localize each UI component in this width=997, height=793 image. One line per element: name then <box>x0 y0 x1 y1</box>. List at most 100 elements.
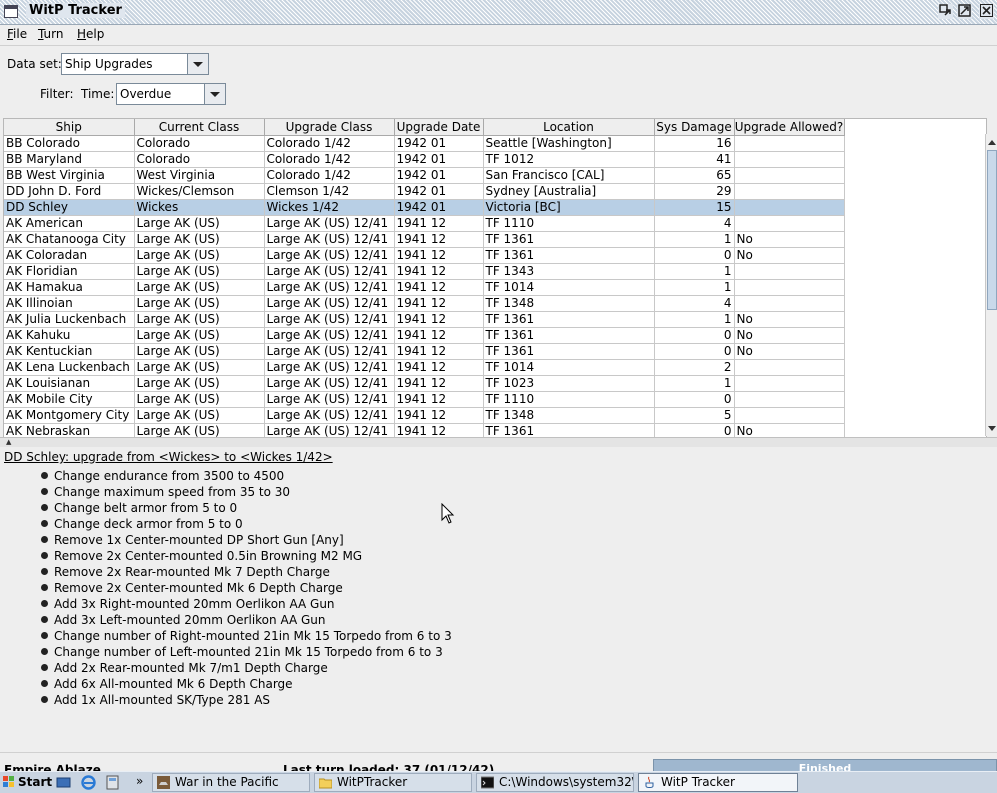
table-cell <box>734 391 845 408</box>
table-cell: 1941 12 <box>394 391 484 408</box>
table-cell <box>734 407 845 424</box>
table-row[interactable]: AK Julia Luckenbach Large AK (US) Large AK… <box>4 311 845 328</box>
table-cell: AK Kahuku <box>4 327 135 344</box>
table-cell: DD Schley <box>4 199 135 216</box>
table-cell: 0 <box>654 391 735 408</box>
table-cell: 1941 12 <box>394 423 484 437</box>
show-desktop-icon[interactable] <box>56 775 71 790</box>
combo-arrow-icon[interactable] <box>204 84 225 104</box>
table-cell: TF 1348 <box>483 295 655 312</box>
table-cell: 1 <box>654 263 735 280</box>
table-cell: West Virginia <box>134 167 265 184</box>
table-row[interactable]: AK Nebraskan Large AK (US) Large AK (US) 1… <box>4 423 845 437</box>
detail-heading: DD Schley: upgrade from <Wickes> to <Wic… <box>4 450 333 464</box>
column-header[interactable]: Sys Damage <box>654 119 735 136</box>
calculator-icon[interactable] <box>105 775 120 790</box>
table-row[interactable]: AK Coloradan Large AK (US) Large AK (US) 1… <box>4 247 845 264</box>
table-row[interactable]: DD John D. Ford Wickes/Clemson Clemson 1/4… <box>4 183 845 200</box>
combo-arrow-icon[interactable] <box>187 54 208 74</box>
taskbar-item-console[interactable]: C:\Windows\system32\c... <box>476 773 634 792</box>
table-cell: Large AK (US) <box>134 279 265 296</box>
table-cell: 1941 12 <box>394 375 484 392</box>
table-cell: AK Hamakua <box>4 279 135 296</box>
column-header[interactable]: Upgrade Date <box>394 119 484 136</box>
table-cell: 16 <box>654 135 735 152</box>
table-row[interactable]: AK Chatanooga City Large AK (US) Large AK … <box>4 231 845 248</box>
title-bar[interactable]: WitP Tracker <box>0 0 997 25</box>
table-cell: TF 1014 <box>483 359 655 376</box>
scroll-thumb[interactable] <box>987 150 997 310</box>
table-row[interactable]: DD Schley Wickes Wickes 1/42 1942 01 Victori… <box>4 199 845 216</box>
taskbar: Start » War in the Pacific WitPTracker C… <box>0 771 997 793</box>
list-item: Change number of Right-mounted 21in Mk 1… <box>40 628 452 644</box>
table-row[interactable]: BB Colorado Colorado Colorado 1/42 1942 01 S… <box>4 135 845 152</box>
taskbar-item-witp-tracker[interactable]: WitP Tracker <box>638 773 798 792</box>
table-cell: 41 <box>654 151 735 168</box>
column-header[interactable]: Upgrade Allowed? <box>734 119 845 136</box>
taskbar-overflow-icon[interactable]: » <box>136 775 151 790</box>
internet-explorer-icon[interactable] <box>81 775 96 790</box>
list-item: Change endurance from 3500 to 4500 <box>40 468 452 484</box>
table-cell <box>734 375 845 392</box>
table-row[interactable]: AK Floridian Large AK (US) Large AK (US) 1… <box>4 263 845 280</box>
upgrades-table[interactable]: Ship Current Class Upgrade Class Upgrade Da… <box>3 118 987 438</box>
maximize-icon[interactable] <box>957 4 972 19</box>
taskbar-item-witptracker-folder[interactable]: WitPTracker <box>314 773 472 792</box>
table-cell: TF 1361 <box>483 423 655 437</box>
list-item: Remove 2x Center-mounted 0.5in Browning … <box>40 548 452 564</box>
table-cell: Colorado <box>134 151 265 168</box>
table-row[interactable]: AK Kentuckian Large AK (US) Large AK (US) … <box>4 343 845 360</box>
table-row[interactable]: AK Louisianan Large AK (US) Large AK (US) … <box>4 375 845 392</box>
dataset-label: Data set: <box>7 57 62 71</box>
start-label: Start <box>18 775 53 789</box>
column-header[interactable]: Upgrade Class <box>264 119 395 136</box>
table-scrollbar[interactable] <box>985 134 997 436</box>
scroll-up-icon[interactable] <box>986 136 997 148</box>
column-header[interactable]: Current Class <box>134 119 265 136</box>
table-cell: TF 1343 <box>483 263 655 280</box>
table-cell: No <box>734 231 845 248</box>
table-cell: AK Lena Luckenbach <box>4 359 135 376</box>
taskbar-item-war-in-the-pacific[interactable]: War in the Pacific <box>152 773 310 792</box>
menu-help[interactable]: Help <box>77 27 104 41</box>
table-row[interactable]: AK Montgomery City Large AK (US) Large AK … <box>4 407 845 424</box>
table-cell: TF 1012 <box>483 151 655 168</box>
start-button[interactable]: Start <box>1 773 52 792</box>
table-row[interactable]: AK Kahuku Large AK (US) Large AK (US) 12/4… <box>4 327 845 344</box>
table-row[interactable]: BB Maryland Colorado Colorado 1/42 1942 01 T… <box>4 151 845 168</box>
close-icon[interactable] <box>979 4 994 19</box>
table-cell: Large AK (US) <box>134 343 265 360</box>
table-cell <box>734 151 845 168</box>
dataset-combo[interactable]: Ship Upgrades <box>61 53 209 75</box>
table-row[interactable]: AK American Large AK (US) Large AK (US) 12… <box>4 215 845 232</box>
table-cell: No <box>734 247 845 264</box>
table-cell: Large AK (US) <box>134 263 265 280</box>
table-row[interactable]: AK Illinoian Large AK (US) Large AK (US) 1… <box>4 295 845 312</box>
table-cell: No <box>734 327 845 344</box>
table-row[interactable]: AK Hamakua Large AK (US) Large AK (US) 12/… <box>4 279 845 296</box>
column-header[interactable]: Ship <box>4 119 135 136</box>
table-cell: 29 <box>654 183 735 200</box>
table-row[interactable]: AK Mobile City Large AK (US) Large AK (US)… <box>4 391 845 408</box>
taskbar-item-label: WitP Tracker <box>661 775 735 789</box>
table-cell: TF 1110 <box>483 215 655 232</box>
table-cell: Large AK (US) 12/41 <box>264 423 395 437</box>
table-cell: 1941 12 <box>394 231 484 248</box>
time-combo[interactable]: Overdue <box>116 83 226 105</box>
table-cell: Seattle [Washington] <box>483 135 655 152</box>
scroll-down-icon[interactable] <box>986 422 997 434</box>
menu-turn[interactable]: Turn <box>38 27 63 41</box>
table-cell: TF 1361 <box>483 311 655 328</box>
table-row[interactable]: AK Lena Luckenbach Large AK (US) Large AK … <box>4 359 845 376</box>
table-cell: AK Mobile City <box>4 391 135 408</box>
table-cell: Sydney [Australia] <box>483 183 655 200</box>
minimize-icon[interactable] <box>938 4 953 19</box>
table-cell: DD John D. Ford <box>4 183 135 200</box>
table-cell: 1941 12 <box>394 215 484 232</box>
column-header[interactable]: Location <box>483 119 655 136</box>
list-item: Add 3x Left-mounted 20mm Oerlikon AA Gun <box>40 612 452 628</box>
table-cell: Large AK (US) 12/41 <box>264 311 395 328</box>
table-cell: 1 <box>654 231 735 248</box>
menu-file[interactable]: File <box>7 27 27 41</box>
table-row[interactable]: BB West Virginia West Virginia Colorado 1/… <box>4 167 845 184</box>
